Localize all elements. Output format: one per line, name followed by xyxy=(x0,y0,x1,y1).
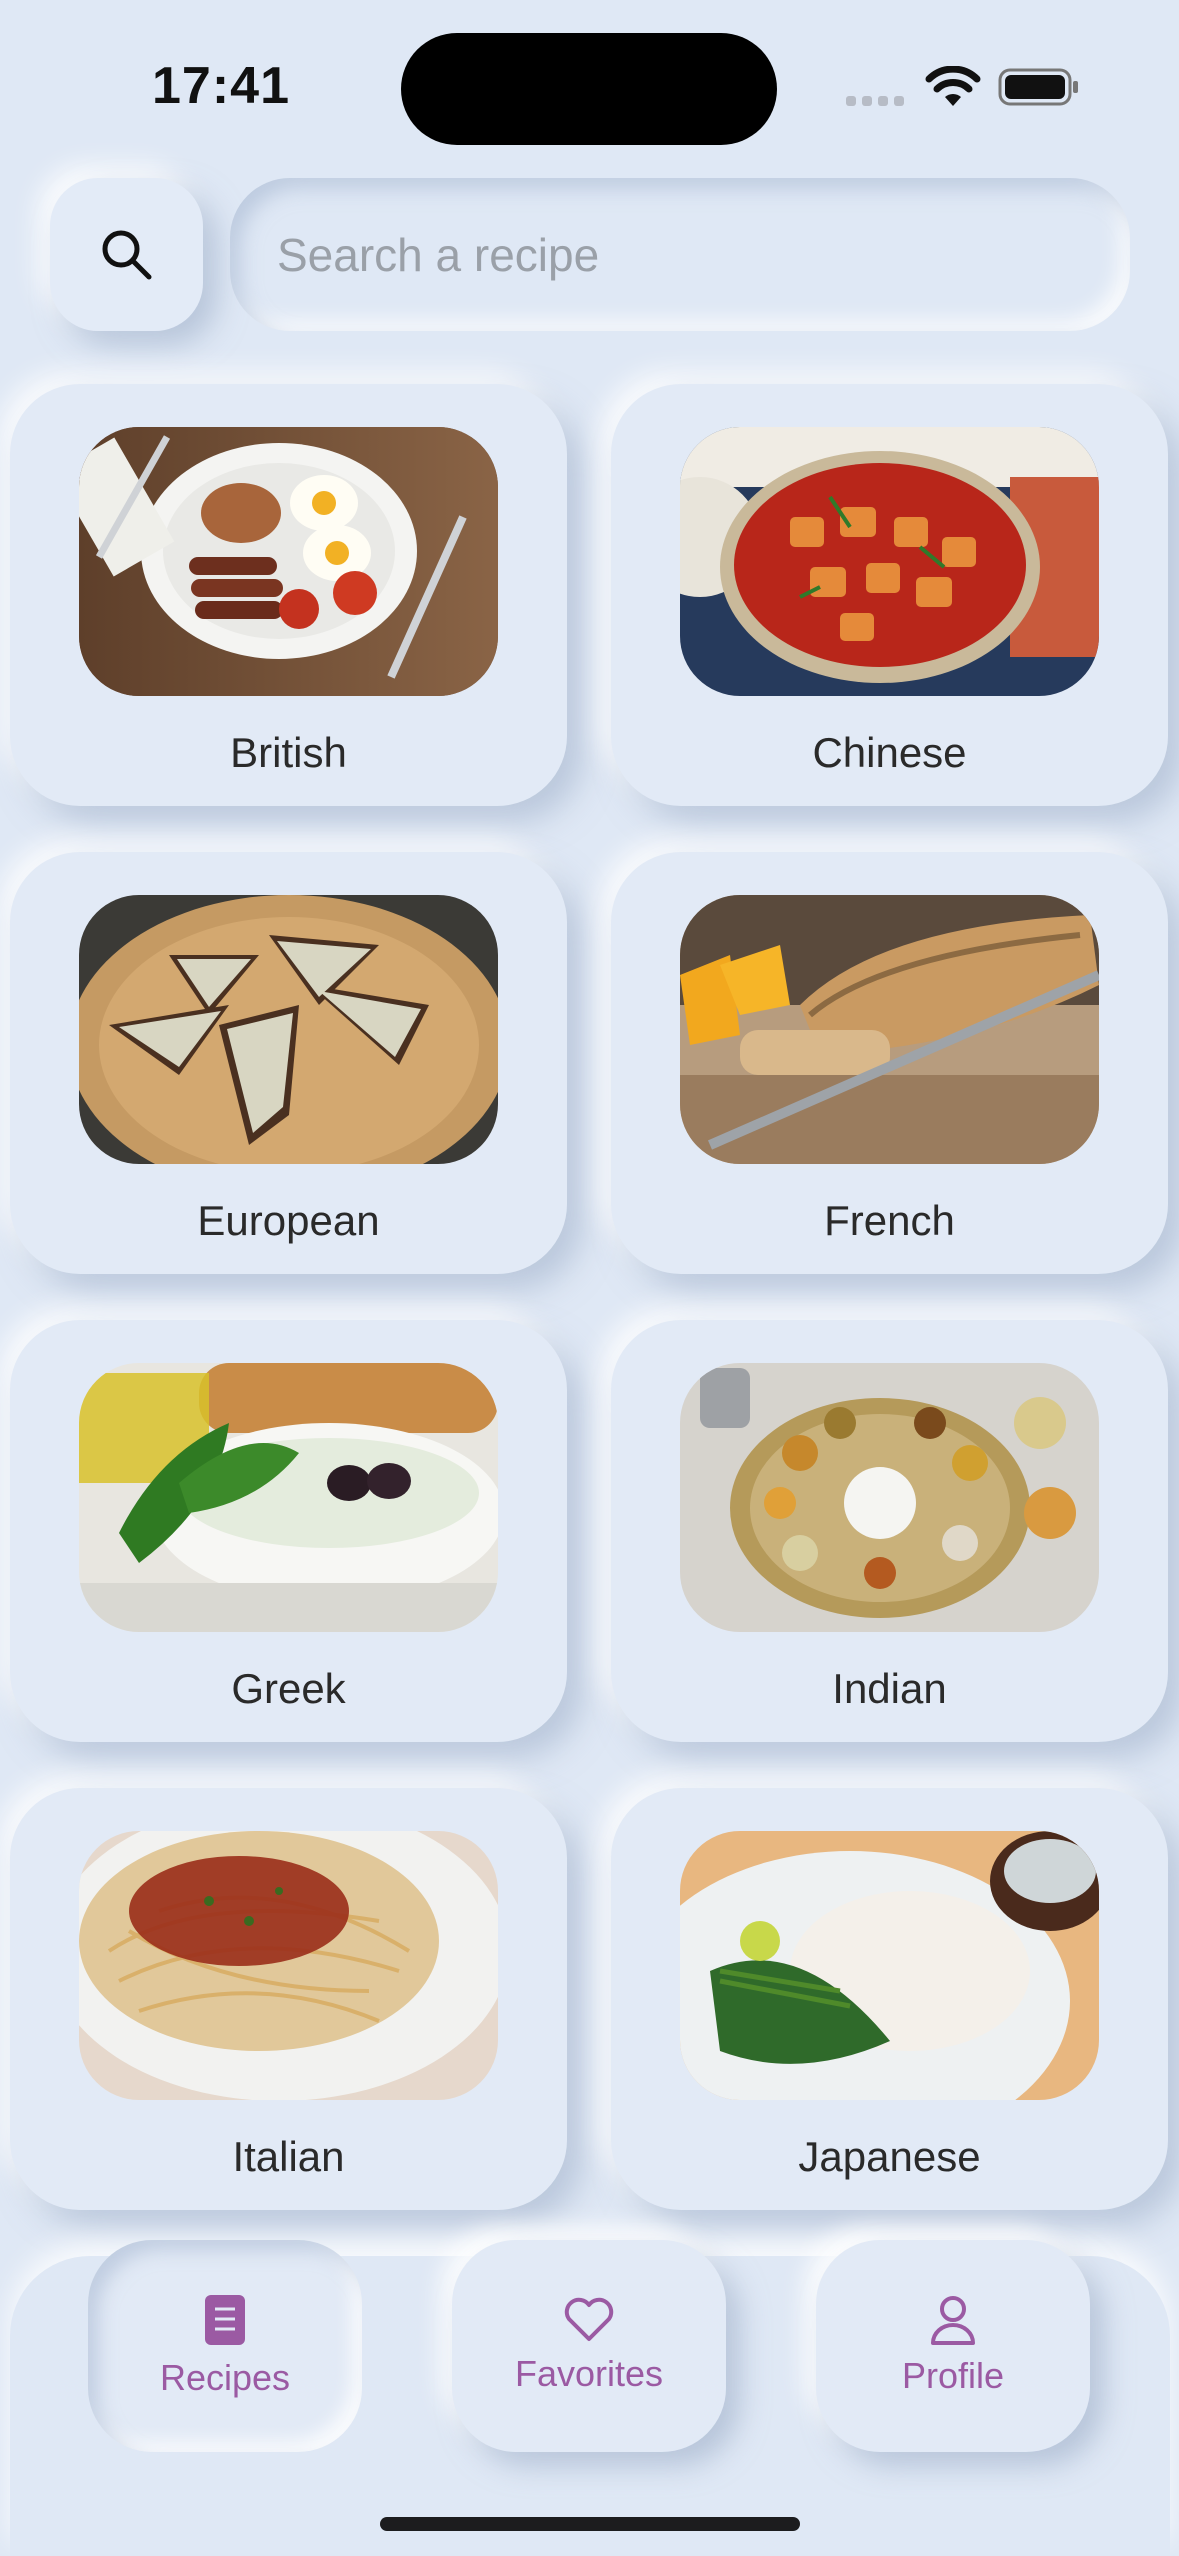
cuisine-card-french[interactable]: French xyxy=(611,852,1168,1274)
tab-profile[interactable]: Profile xyxy=(816,2240,1090,2452)
heart-icon xyxy=(564,2297,614,2341)
cuisine-card-european[interactable]: European xyxy=(10,852,567,1274)
cuisine-image-japanese xyxy=(680,1831,1099,2100)
cuisine-label: Indian xyxy=(832,1665,947,1712)
cuisine-image-indian xyxy=(680,1363,1099,1632)
cellular-signal-icon xyxy=(846,96,904,106)
search-field[interactable] xyxy=(230,178,1130,331)
cuisine-card-japanese[interactable]: Japanese xyxy=(611,1788,1168,2210)
cuisine-card-chinese[interactable]: Chinese xyxy=(611,384,1168,806)
cuisine-label: British xyxy=(230,729,347,776)
recipe-book-icon xyxy=(205,2295,245,2345)
tab-label: Recipes xyxy=(159,2357,291,2398)
dynamic-island xyxy=(401,33,777,145)
tab-favorites[interactable]: Favorites xyxy=(452,2240,726,2452)
cuisine-image-french xyxy=(680,895,1099,1164)
cuisine-label: Greek xyxy=(231,1665,346,1712)
cuisine-label: Italian xyxy=(232,2133,345,2180)
tab-label: Favorites xyxy=(514,2353,664,2394)
home-indicator[interactable] xyxy=(380,2517,800,2531)
status-bar: 17:41 xyxy=(0,0,1179,150)
battery-icon xyxy=(998,68,1078,106)
search-button[interactable] xyxy=(50,178,203,331)
cuisine-image-italian xyxy=(79,1831,498,2100)
search-icon xyxy=(102,230,151,279)
cuisine-label: Chinese xyxy=(812,729,967,776)
search-input[interactable] xyxy=(277,227,1130,282)
cuisine-card-indian[interactable]: Indian xyxy=(611,1320,1168,1742)
person-icon xyxy=(931,2296,975,2345)
cuisine-card-british[interactable]: British xyxy=(10,384,567,806)
tab-recipes[interactable]: Recipes xyxy=(88,2240,362,2452)
cuisine-image-british xyxy=(79,427,498,696)
cuisine-image-chinese xyxy=(680,427,1099,696)
cuisine-image-european xyxy=(79,895,498,1164)
cuisine-label: French xyxy=(824,1197,955,1244)
tab-label: Profile xyxy=(901,2355,1005,2396)
cuisine-label: Japanese xyxy=(798,2133,981,2180)
wifi-icon xyxy=(925,66,981,106)
cuisine-label: European xyxy=(197,1197,380,1244)
cuisine-image-greek xyxy=(79,1363,498,1632)
status-time: 17:41 xyxy=(152,57,290,115)
cuisine-card-italian[interactable]: Italian xyxy=(10,1788,567,2210)
cuisine-card-greek[interactable]: Greek xyxy=(10,1320,567,1742)
